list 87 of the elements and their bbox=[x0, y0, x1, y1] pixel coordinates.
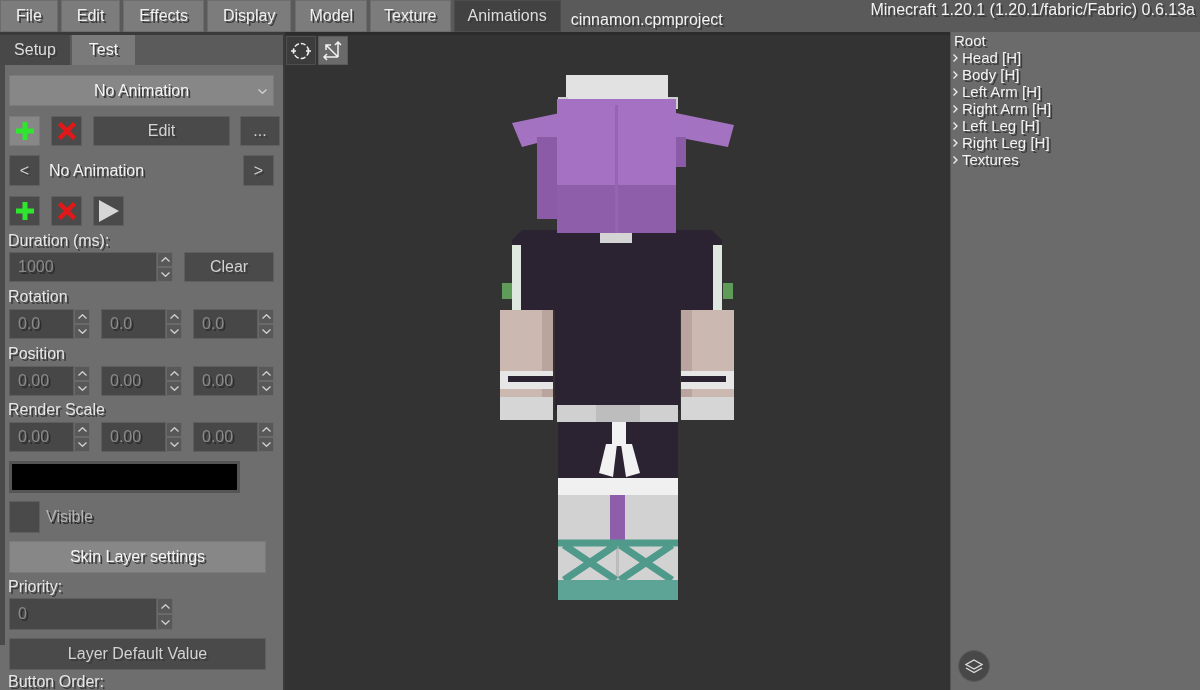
spin-up-button[interactable] bbox=[166, 422, 182, 437]
animation-dropdown[interactable]: No Animation bbox=[9, 75, 274, 106]
field-label: Rotation bbox=[8, 289, 69, 305]
add-button[interactable] bbox=[9, 116, 40, 146]
mode-tab[interactable]: Model bbox=[295, 0, 368, 32]
chevron-down-icon bbox=[169, 386, 179, 391]
tree-item[interactable]: Textures bbox=[962, 151, 1019, 168]
chevron-down-icon bbox=[261, 386, 271, 391]
layers-icon bbox=[965, 658, 983, 674]
panel-tab[interactable]: Test bbox=[72, 35, 135, 65]
version-text: Minecraft 1.20.1 (1.20.1/fabric/Fabric) 0.6.13a bbox=[870, 0, 1196, 19]
scrollbar[interactable] bbox=[0, 65, 5, 645]
chevron-down-icon bbox=[77, 386, 87, 391]
chevron-up-icon bbox=[169, 314, 179, 319]
spin-down-button[interactable] bbox=[166, 381, 182, 396]
chevron-down-icon bbox=[169, 329, 179, 334]
chevron-up-icon bbox=[169, 371, 179, 376]
spin-up-button[interactable] bbox=[166, 366, 182, 381]
field-label: Render Scale bbox=[8, 402, 106, 418]
spin-down-button[interactable] bbox=[74, 381, 90, 396]
chevron-up-icon bbox=[261, 371, 271, 376]
color-swatch[interactable] bbox=[9, 461, 240, 493]
spin-down-button[interactable] bbox=[166, 437, 182, 452]
chevron-down-icon bbox=[258, 89, 267, 94]
tree-item[interactable]: Right Leg [H] bbox=[962, 134, 1050, 151]
field-label: Position bbox=[8, 346, 66, 362]
chevron-down-icon bbox=[160, 619, 170, 625]
spin-down-button[interactable] bbox=[258, 381, 274, 396]
animation-name: No Animation bbox=[49, 160, 145, 181]
spin-down-button[interactable] bbox=[166, 324, 182, 339]
plus-icon bbox=[15, 122, 34, 140]
chevron-down-icon bbox=[77, 442, 87, 447]
spin-down-button[interactable] bbox=[258, 324, 274, 339]
panel-tab[interactable]: Setup bbox=[0, 35, 70, 65]
plus-icon bbox=[15, 202, 34, 220]
tree-item[interactable]: Root bbox=[954, 32, 986, 49]
mode-tab[interactable]: Animations bbox=[453, 0, 561, 32]
move-tool-button[interactable] bbox=[318, 36, 348, 65]
spin-up-button[interactable] bbox=[157, 598, 173, 614]
tree-item[interactable]: Right Arm [H] bbox=[962, 100, 1052, 117]
mode-tab[interactable]: Texture bbox=[370, 0, 451, 32]
tree-item[interactable]: Body [H] bbox=[962, 66, 1020, 83]
spin-down-button[interactable] bbox=[157, 614, 173, 630]
chevron-up-icon bbox=[77, 427, 87, 432]
spin-down-button[interactable] bbox=[74, 437, 90, 452]
chevron-up-icon bbox=[77, 371, 87, 376]
spin-up-button[interactable] bbox=[258, 309, 274, 324]
chevron-up-icon bbox=[169, 427, 179, 432]
tree-item[interactable]: Head [H] bbox=[962, 49, 1022, 66]
menu-button[interactable]: Effects bbox=[123, 0, 204, 32]
chevron-down-icon bbox=[77, 329, 87, 334]
checkbox-label: Visible bbox=[46, 507, 93, 527]
chevron-down-icon bbox=[160, 272, 170, 277]
spin-up-button[interactable] bbox=[258, 422, 274, 437]
move-arrows-icon bbox=[322, 39, 344, 62]
chevron-up-icon bbox=[160, 257, 170, 262]
spin-up-button[interactable] bbox=[157, 252, 173, 267]
spin-down-button[interactable] bbox=[258, 437, 274, 452]
play-icon bbox=[98, 200, 119, 222]
spin-down-button[interactable] bbox=[74, 324, 90, 339]
tree-item[interactable]: Left Arm [H] bbox=[962, 83, 1042, 100]
menu-button[interactable]: Display bbox=[207, 0, 292, 32]
cross-icon bbox=[57, 202, 76, 220]
menu-button[interactable]: File bbox=[0, 0, 58, 32]
tree-item[interactable]: Left Leg [H] bbox=[962, 117, 1040, 134]
chevron-down-icon bbox=[169, 442, 179, 447]
chevron-up-icon bbox=[261, 427, 271, 432]
chevron-up-icon bbox=[77, 314, 87, 319]
spin-up-button[interactable] bbox=[74, 309, 90, 324]
spin-down-button[interactable] bbox=[157, 267, 173, 282]
chevron-down-icon bbox=[261, 329, 271, 334]
chevron-down-icon bbox=[261, 442, 271, 447]
chevron-up-icon bbox=[160, 603, 170, 609]
priority-label: Priority: bbox=[8, 579, 64, 595]
project-filename: cinnamon.cpmproject bbox=[570, 11, 723, 30]
spin-up-button[interactable] bbox=[74, 366, 90, 381]
spin-up-button[interactable] bbox=[258, 366, 274, 381]
spin-up-button[interactable] bbox=[166, 309, 182, 324]
layers-button[interactable] bbox=[958, 650, 990, 682]
rotate-tool-button[interactable] bbox=[286, 36, 316, 65]
chevron-up-icon bbox=[261, 314, 271, 319]
cross-icon bbox=[57, 122, 76, 140]
menu-button[interactable]: Edit bbox=[60, 0, 121, 32]
button-order-label: Button Order: bbox=[8, 674, 106, 690]
spin-up-button[interactable] bbox=[74, 422, 90, 437]
duration-label: Duration (ms): bbox=[8, 233, 111, 249]
skin-layer-settings-button[interactable]: Skin Layer settings bbox=[9, 541, 266, 573]
